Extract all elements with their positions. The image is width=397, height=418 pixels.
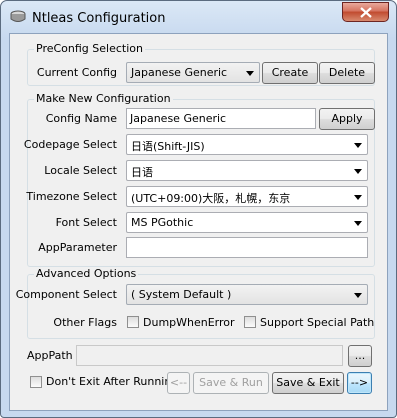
create-button[interactable]: Create — [262, 62, 318, 84]
app-parameter-input[interactable] — [126, 237, 368, 258]
back-button[interactable]: <-- — [167, 372, 190, 394]
other-flags-label: Other Flags — [53, 316, 117, 329]
codepage-select[interactable]: 日语(Shift-JIS) — [126, 134, 368, 155]
codepage-label: Codepage Select — [23, 138, 117, 151]
advanced-group-title: Advanced Options — [34, 267, 139, 280]
current-config-select[interactable]: Japanese Generic — [126, 62, 260, 83]
next-button[interactable]: --> — [347, 372, 372, 394]
font-select[interactable]: MS PGothic — [126, 212, 368, 233]
save-exit-button[interactable]: Save & Exit — [272, 372, 344, 394]
preconfig-group-title: PreConfig Selection — [34, 42, 145, 55]
app-icon — [10, 10, 26, 22]
locale-label: Locale Select — [44, 164, 117, 177]
dump-when-error-checkbox[interactable] — [127, 316, 139, 328]
dump-when-error-label[interactable]: DumpWhenError — [143, 316, 235, 329]
locale-value: 日语 — [131, 166, 153, 179]
chevron-down-icon — [354, 169, 362, 174]
current-config-label: Current Config — [36, 66, 117, 79]
timezone-select[interactable]: (UTC+09:00)大阪，札幌，东京 — [126, 186, 368, 207]
component-value: ( System Default ) — [131, 288, 232, 301]
chevron-down-icon — [354, 293, 362, 298]
chevron-down-icon — [354, 143, 362, 148]
close-icon — [360, 7, 372, 18]
chevron-down-icon — [354, 221, 362, 226]
app-window: Ntleas Configuration PreConfig Selection… — [0, 0, 397, 418]
dont-exit-label[interactable]: Don't Exit After Running — [46, 375, 178, 388]
delete-button[interactable]: Delete — [319, 62, 375, 84]
app-path-input[interactable] — [76, 345, 343, 366]
title-bar[interactable]: Ntleas Configuration — [1, 1, 396, 34]
support-special-path-checkbox[interactable] — [244, 316, 256, 328]
chevron-down-icon — [354, 195, 362, 200]
config-name-label: Config Name — [45, 112, 117, 125]
apply-button[interactable]: Apply — [319, 108, 375, 130]
font-value: MS PGothic — [131, 216, 194, 229]
close-button[interactable] — [342, 2, 389, 22]
dont-exit-checkbox[interactable] — [30, 376, 42, 388]
config-name-input[interactable]: Japanese Generic — [126, 108, 316, 129]
new-config-group-title: Make New Configuration — [34, 92, 173, 105]
window-title: Ntleas Configuration — [32, 11, 166, 26]
client-area: PreConfig Selection Current Config Japan… — [9, 33, 388, 411]
app-parameter-label: AppParameter — [38, 241, 117, 254]
browse-button[interactable]: ... — [348, 345, 372, 367]
config-name-value: Japanese Generic — [130, 112, 227, 125]
codepage-value: 日语(Shift-JIS) — [131, 140, 205, 153]
locale-select[interactable]: 日语 — [126, 160, 368, 181]
current-config-value: Japanese Generic — [131, 66, 228, 79]
chevron-down-icon — [246, 71, 254, 76]
app-path-label: AppPath — [27, 349, 73, 362]
timezone-value: (UTC+09:00)大阪，札幌，东京 — [131, 192, 291, 205]
component-select[interactable]: ( System Default ) — [126, 284, 368, 305]
timezone-label: Timezone Select — [26, 190, 117, 203]
save-run-button[interactable]: Save & Run — [193, 372, 269, 394]
component-label: Component Select — [15, 288, 117, 301]
font-label: Font Select — [55, 216, 117, 229]
support-special-path-label[interactable]: Support Special Path — [260, 316, 374, 329]
